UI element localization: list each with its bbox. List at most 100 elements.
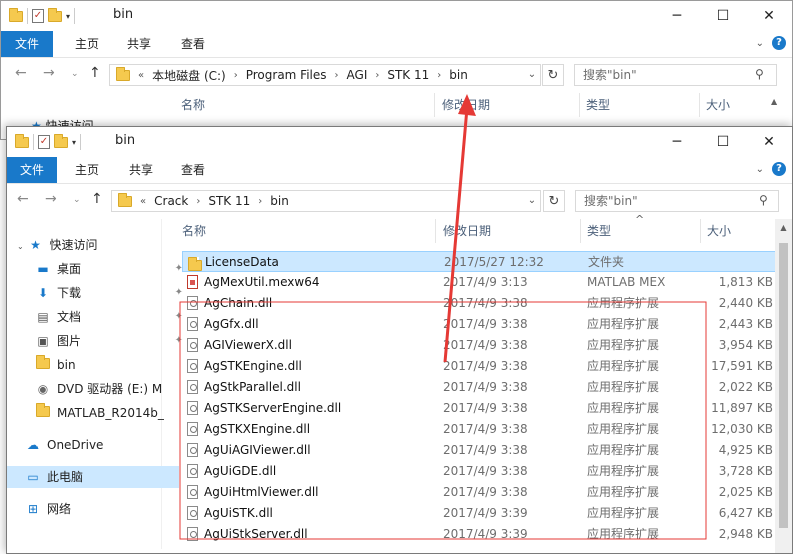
list-item[interactable]: AgSTKXEngine.dll 2017/4/9 3:38 应用程序扩展 12… — [182, 419, 777, 440]
address-overflow[interactable]: « — [140, 196, 146, 207]
column-header-name[interactable]: 名称 — [181, 93, 205, 117]
chevron-right-icon[interactable]: › — [335, 70, 339, 81]
search-input[interactable]: 搜索"bin" — [575, 190, 779, 212]
list-item[interactable]: AgGfx.dll 2017/4/9 3:38 应用程序扩展 2,443 KB — [182, 314, 777, 335]
refresh-button[interactable]: ↻ — [542, 64, 564, 86]
list-item[interactable]: AgSTKEngine.dll 2017/4/9 3:38 应用程序扩展 17,… — [182, 356, 777, 377]
up-arrow-icon[interactable]: ↑ — [91, 191, 103, 207]
breadcrumb[interactable]: bin — [270, 194, 289, 208]
scroll-up-arrow-icon[interactable]: ▲ — [771, 97, 777, 106]
chevron-down-icon[interactable]: ⌄ — [71, 69, 79, 79]
maximize-button[interactable]: ☐ — [700, 1, 746, 31]
column-header-type[interactable]: 类型 — [586, 93, 610, 117]
chevron-right-icon[interactable]: › — [437, 70, 441, 81]
forward-arrow-icon[interactable]: → — [43, 65, 55, 81]
scroll-up-arrow-icon[interactable]: ▲ — [775, 219, 792, 236]
chevron-right-icon[interactable]: › — [234, 70, 238, 81]
tab-view[interactable]: 查看 — [171, 31, 215, 57]
chevron-down-icon[interactable]: ⌄ — [756, 164, 764, 175]
minimize-button[interactable]: ─ — [654, 1, 700, 31]
tab-file[interactable]: 文件 — [7, 157, 57, 183]
breadcrumb[interactable]: Crack — [154, 194, 188, 208]
search-input[interactable]: 搜索"bin" — [574, 64, 777, 86]
address-bar[interactable]: « Crack › STK 11 › bin — [111, 190, 541, 212]
breadcrumb[interactable]: STK 11 — [387, 68, 429, 82]
breadcrumb[interactable]: Program Files — [246, 68, 327, 82]
refresh-button[interactable]: ↻ — [543, 190, 565, 212]
minimize-button[interactable]: ─ — [654, 127, 700, 157]
front-explorer-window[interactable]: ✓ ▾ bin ─ ☐ ✕ 文件 主页 共享 查看 ⌄ ? ← → ⌄ ↑ « … — [6, 126, 793, 554]
list-item[interactable]: AgUiGDE.dll 2017/4/9 3:38 应用程序扩展 3,728 K… — [182, 461, 777, 482]
chevron-down-icon[interactable]: ⌄ — [73, 195, 81, 205]
column-header-size[interactable]: 大小 — [706, 93, 730, 117]
maximize-button[interactable]: ☐ — [700, 127, 746, 157]
breadcrumb[interactable]: AGI — [347, 68, 368, 82]
list-item[interactable]: AgSTKServerEngine.dll 2017/4/9 3:38 应用程序… — [182, 398, 777, 419]
chevron-down-icon[interactable]: ▾ — [66, 12, 70, 21]
scrollbar-thumb[interactable] — [779, 243, 788, 528]
back-explorer-window[interactable]: ✓ ▾ bin ─ ☐ ✕ 文件 主页 共享 查看 ⌄ ? ← → ⌄ ↑ « … — [0, 0, 793, 140]
close-button[interactable]: ✕ — [746, 1, 792, 31]
sidebar-item-network[interactable]: ⊞ 网络 — [7, 498, 179, 520]
sidebar-item-this-pc[interactable]: ▭ 此电脑 — [7, 466, 179, 488]
list-item[interactable]: LicenseData 2017/5/27 12:32 文件夹 — [182, 251, 777, 272]
column-header-date[interactable]: 修改日期 — [443, 219, 491, 243]
help-icon[interactable]: ? — [772, 36, 786, 50]
chevron-down-icon[interactable]: ▾ — [72, 138, 76, 147]
breadcrumb[interactable]: STK 11 — [208, 194, 250, 208]
column-header-type[interactable]: 类型 — [587, 219, 611, 243]
list-item[interactable]: AgUiSTK.dll 2017/4/9 3:39 应用程序扩展 6,427 K… — [182, 503, 777, 524]
sidebar-item-matlab[interactable]: MATLAB_R2014b_ — [7, 402, 189, 424]
sidebar-item-desktop[interactable]: ▬ 桌面 ✦ — [7, 258, 189, 280]
chevron-right-icon[interactable]: › — [196, 196, 200, 207]
new-folder-icon[interactable] — [54, 133, 68, 148]
sidebar-item-downloads[interactable]: ⬇ 下载 ✦ — [7, 282, 189, 304]
chevron-right-icon[interactable]: › — [258, 196, 262, 207]
title-bar[interactable]: ✓ ▾ bin ─ ☐ ✕ — [1, 1, 792, 31]
chevron-down-icon[interactable]: ⌄ — [521, 64, 543, 86]
list-item[interactable]: AgStkParallel.dll 2017/4/9 3:38 应用程序扩展 2… — [182, 377, 777, 398]
list-item[interactable]: AgChain.dll 2017/4/9 3:38 应用程序扩展 2,440 K… — [182, 293, 777, 314]
back-arrow-icon[interactable]: ← — [17, 191, 29, 207]
sidebar-item-onedrive[interactable]: ☁ OneDrive — [7, 434, 179, 456]
list-item[interactable]: AGIViewerX.dll 2017/4/9 3:38 应用程序扩展 3,95… — [182, 335, 777, 356]
sidebar-item-quick-access[interactable]: ⌄ ★ 快速访问 — [7, 234, 171, 256]
tab-file[interactable]: 文件 — [1, 31, 53, 57]
tab-home[interactable]: 主页 — [65, 31, 109, 57]
breadcrumb[interactable]: bin — [449, 68, 468, 82]
chevron-right-icon[interactable]: › — [375, 70, 379, 81]
search-icon[interactable]: ⚲ — [755, 67, 764, 81]
vertical-scrollbar[interactable]: ▲ — [775, 219, 792, 553]
forward-arrow-icon[interactable]: → — [45, 191, 57, 207]
tab-share[interactable]: 共享 — [119, 157, 163, 183]
breadcrumb[interactable]: 本地磁盘 (C:) — [152, 67, 226, 84]
back-arrow-icon[interactable]: ← — [15, 65, 27, 81]
list-item[interactable]: AgUiAGIViewer.dll 2017/4/9 3:38 应用程序扩展 4… — [182, 440, 777, 461]
list-item[interactable]: AgUiStkServer.dll 2017/4/9 3:39 应用程序扩展 2… — [182, 524, 777, 545]
column-header-name[interactable]: 名称 — [182, 219, 206, 243]
chevron-down-icon[interactable]: ⌄ — [17, 242, 24, 251]
close-button[interactable]: ✕ — [746, 127, 792, 157]
chevron-down-icon[interactable]: ⌄ — [521, 190, 543, 212]
sidebar-item-pictures[interactable]: ▣ 图片 ✦ — [7, 330, 189, 352]
title-bar[interactable]: ✓ ▾ bin ─ ☐ ✕ — [7, 127, 792, 157]
search-icon[interactable]: ⚲ — [759, 193, 768, 207]
sidebar-item-dvd-drive[interactable]: ◉ DVD 驱动器 (E:) M — [7, 378, 189, 400]
list-item[interactable]: AgMexUtil.mexw64 2017/4/9 3:13 MATLAB ME… — [182, 272, 777, 293]
chevron-down-icon[interactable]: ⌄ — [756, 38, 764, 49]
tab-view[interactable]: 查看 — [171, 157, 215, 183]
help-icon[interactable]: ? — [772, 162, 786, 176]
address-bar[interactable]: « 本地磁盘 (C:) › Program Files › AGI › STK … — [109, 64, 541, 86]
tab-home[interactable]: 主页 — [65, 157, 109, 183]
up-arrow-icon[interactable]: ↑ — [89, 65, 101, 81]
properties-icon[interactable]: ✓ — [38, 135, 50, 149]
sidebar-item-documents[interactable]: ▤ 文档 ✦ — [7, 306, 189, 328]
sidebar-item-bin[interactable]: bin — [7, 354, 189, 376]
list-item[interactable]: AgUiHtmlViewer.dll 2017/4/9 3:38 应用程序扩展 … — [182, 482, 777, 503]
properties-icon[interactable]: ✓ — [32, 9, 44, 23]
column-header-date[interactable]: 修改日期 — [442, 93, 490, 117]
address-overflow[interactable]: « — [138, 70, 144, 81]
tab-share[interactable]: 共享 — [117, 31, 161, 57]
new-folder-icon[interactable] — [48, 7, 62, 22]
column-header-size[interactable]: 大小 — [707, 219, 731, 243]
